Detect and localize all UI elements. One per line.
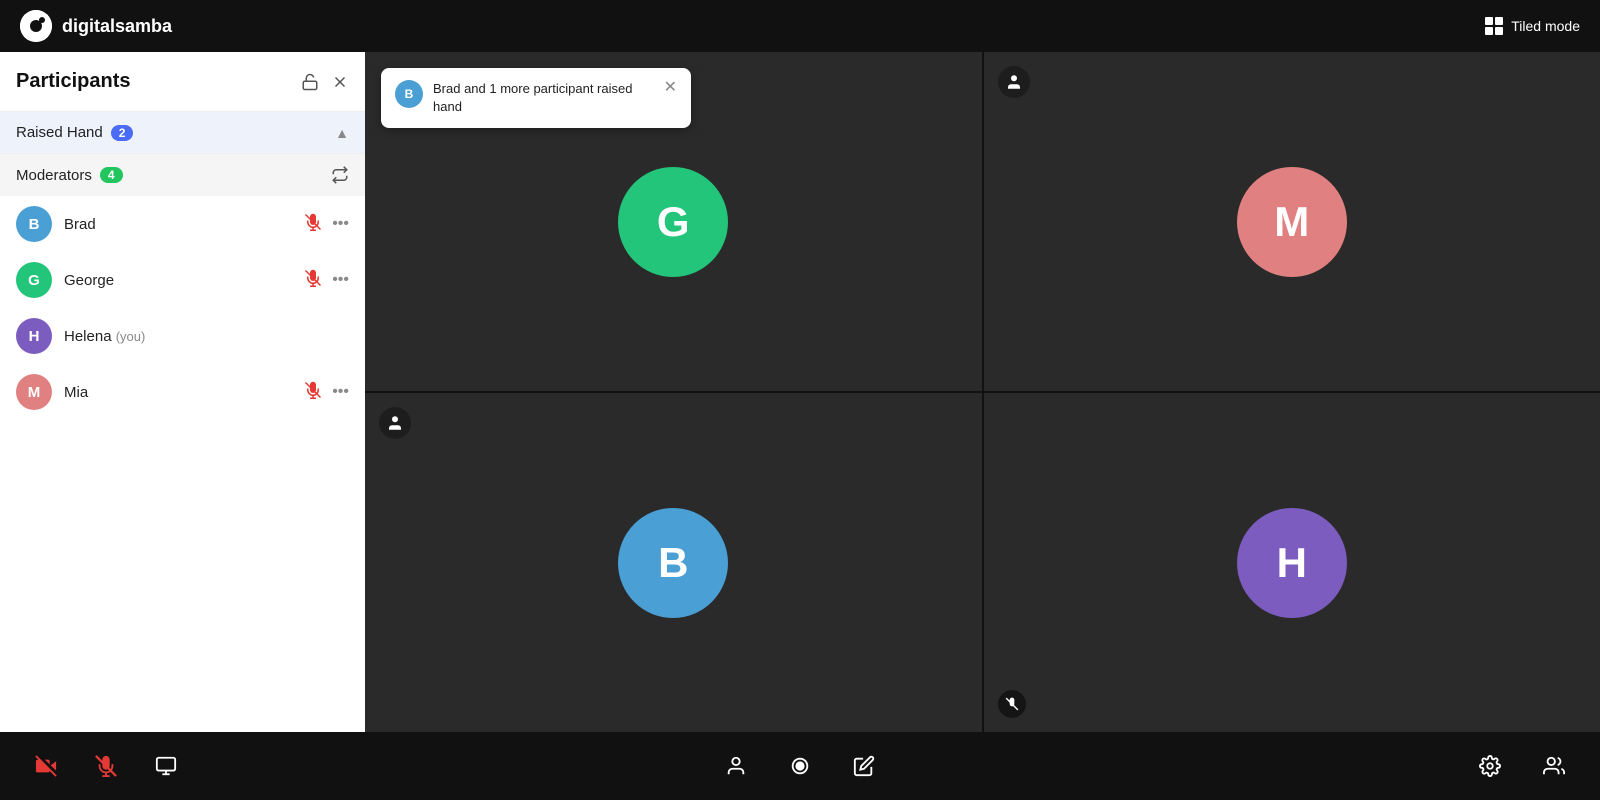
raised-hand-chevron: ▲ bbox=[335, 125, 349, 141]
toolbar-left bbox=[24, 744, 188, 788]
avatar-george: G bbox=[16, 262, 52, 298]
screen-share-button[interactable] bbox=[144, 744, 188, 788]
moderators-section[interactable]: Moderators 4 bbox=[0, 153, 365, 196]
mute-icon-mia[interactable] bbox=[304, 381, 322, 404]
video-avatar-brad: B bbox=[618, 508, 728, 618]
sidebar-header-icons bbox=[301, 73, 349, 91]
name-brad: Brad bbox=[64, 216, 292, 233]
logo: digitalsamba bbox=[20, 10, 172, 42]
tiled-mode-icon bbox=[1485, 17, 1503, 35]
toolbar-center bbox=[714, 744, 886, 788]
tiled-mode[interactable]: Tiled mode bbox=[1485, 17, 1580, 35]
camera-off-button[interactable] bbox=[24, 744, 68, 788]
moderators-badge: 4 bbox=[100, 167, 123, 183]
mic-off-button[interactable] bbox=[84, 744, 128, 788]
avatar-mia: M bbox=[16, 374, 52, 410]
participant-mia: M Mia ••• bbox=[0, 364, 365, 420]
logo-text: digitalsamba bbox=[62, 16, 172, 37]
record-button[interactable] bbox=[778, 744, 822, 788]
settings-button[interactable] bbox=[1468, 744, 1512, 788]
main-area: Participants Raised Han bbox=[0, 52, 1600, 732]
participant-brad: B Brad ••• bbox=[0, 196, 365, 252]
sidebar-title: Participants bbox=[16, 70, 130, 93]
name-helena: Helena (you) bbox=[64, 328, 337, 345]
person-icon-mia bbox=[998, 66, 1030, 98]
topbar: digitalsamba Tiled mode bbox=[0, 0, 1600, 52]
logo-icon bbox=[20, 10, 52, 42]
more-george[interactable]: ••• bbox=[332, 271, 349, 289]
more-participants-button[interactable] bbox=[1532, 744, 1576, 788]
video-avatar-mia: M bbox=[1237, 167, 1347, 277]
notification-popup: B Brad and 1 more participant raised han… bbox=[381, 68, 691, 128]
notification-close-button[interactable]: ✕ bbox=[664, 80, 677, 96]
unlock-button[interactable] bbox=[301, 73, 319, 91]
actions-brad: ••• bbox=[304, 213, 349, 236]
moderators-action-button[interactable] bbox=[331, 166, 349, 184]
raised-hand-section[interactable]: Raised Hand 2 ▲ bbox=[0, 112, 365, 153]
avatar-brad: B bbox=[16, 206, 52, 242]
notification-text: Brad and 1 more participant raised hand bbox=[433, 80, 654, 116]
mute-icon-cell-helena bbox=[998, 690, 1026, 718]
name-george: George bbox=[64, 272, 292, 289]
actions-george: ••• bbox=[304, 269, 349, 292]
participant-george: G George ••• bbox=[0, 252, 365, 308]
mute-icon-george[interactable] bbox=[304, 269, 322, 292]
video-cell-helena: H bbox=[984, 393, 1600, 732]
video-cell-brad: B bbox=[365, 393, 982, 732]
name-mia: Mia bbox=[64, 384, 292, 401]
raised-hand-label: Raised Hand 2 bbox=[16, 124, 133, 141]
notification-avatar: B bbox=[395, 80, 423, 108]
video-grid: B Brad and 1 more participant raised han… bbox=[365, 52, 1600, 732]
avatar-helena: H bbox=[16, 318, 52, 354]
toolbar bbox=[0, 732, 1600, 800]
participants-center-button[interactable] bbox=[714, 744, 758, 788]
person-icon-brad bbox=[379, 407, 411, 439]
sidebar-header: Participants bbox=[0, 52, 365, 112]
video-cell-mia: M bbox=[984, 52, 1600, 391]
annotate-button[interactable] bbox=[842, 744, 886, 788]
raised-hand-badge: 2 bbox=[111, 125, 134, 141]
actions-mia: ••• bbox=[304, 381, 349, 404]
toolbar-right bbox=[1468, 744, 1576, 788]
tiled-mode-label: Tiled mode bbox=[1511, 18, 1580, 34]
mute-icon-brad[interactable] bbox=[304, 213, 322, 236]
more-mia[interactable]: ••• bbox=[332, 383, 349, 401]
video-avatar-helena: H bbox=[1237, 508, 1347, 618]
close-sidebar-button[interactable] bbox=[331, 73, 349, 91]
participant-helena: H Helena (you) bbox=[0, 308, 365, 364]
moderators-label: Moderators 4 bbox=[16, 167, 123, 184]
video-avatar-george: G bbox=[618, 167, 728, 277]
sidebar: Participants Raised Han bbox=[0, 52, 365, 732]
more-brad[interactable]: ••• bbox=[332, 215, 349, 233]
